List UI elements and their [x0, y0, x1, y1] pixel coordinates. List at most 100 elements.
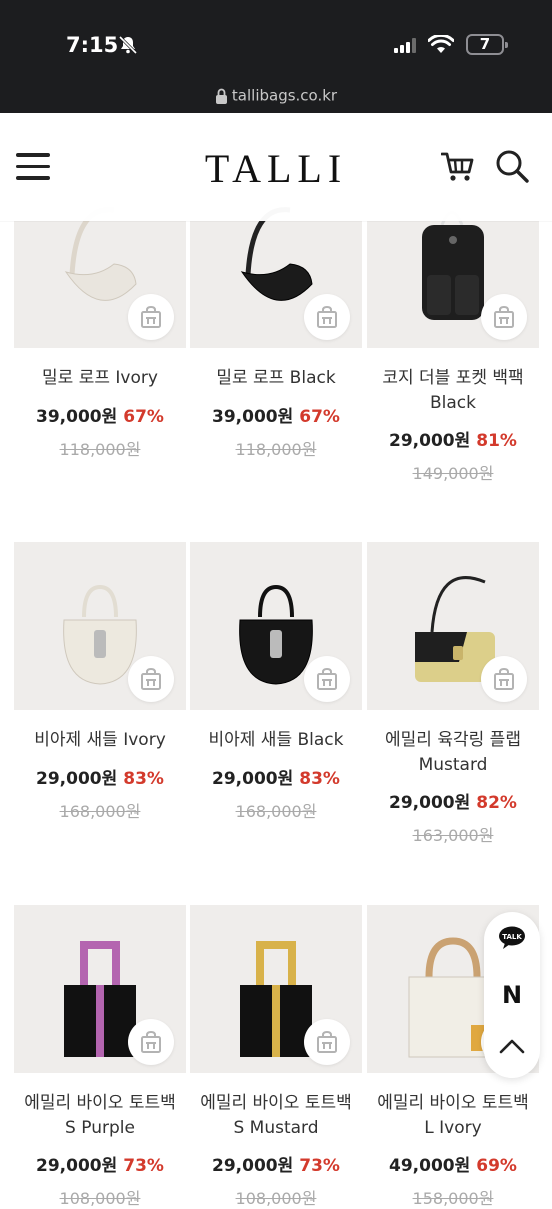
sale-price: 29,000원	[389, 793, 471, 813]
original-price: 163,000원	[412, 826, 494, 845]
add-to-cart-button[interactable]	[304, 1019, 350, 1065]
product-card[interactable]: 에밀리 바이오 토트백 S Purple 29,000원 73% 108,000원	[14, 905, 186, 1208]
price-row: 29,000원 83%	[14, 764, 186, 789]
price-row: 29,000원 81%	[367, 426, 539, 451]
site-logo[interactable]: TALLI	[176, 145, 376, 192]
wifi-icon	[428, 35, 454, 53]
product-name[interactable]: 비아제 새들 Black	[190, 728, 362, 753]
product-image[interactable]	[190, 542, 362, 710]
discount-rate: 67%	[299, 407, 340, 427]
discount-rate: 83%	[123, 769, 164, 789]
price-row: 29,000원 83%	[190, 764, 362, 789]
naver-label: N	[502, 982, 522, 1006]
add-to-cart-button[interactable]	[128, 1019, 174, 1065]
product-name-line1: 에밀리 바이오 토트백	[377, 1093, 529, 1113]
menu-icon[interactable]	[16, 153, 50, 181]
url-bar[interactable]: tallibags.co.kr	[0, 86, 552, 110]
discount-rate: 73%	[123, 1156, 164, 1176]
shopping-bag-icon	[317, 1030, 337, 1053]
shopping-bag-icon	[317, 305, 337, 328]
lock-icon	[215, 88, 227, 104]
product-name-line2: Mustard	[418, 755, 488, 775]
shopping-bag-icon	[494, 305, 514, 328]
product-name-line1: 에밀리 육각링 플랩	[385, 730, 521, 750]
sale-price: 29,000원	[212, 1156, 294, 1176]
price-row: 39,000원 67%	[14, 402, 186, 427]
add-to-cart-button[interactable]	[304, 656, 350, 702]
original-price: 158,000원	[412, 1189, 494, 1208]
product-name[interactable]: 에밀리 바이오 토트백 S Purple	[14, 1091, 186, 1141]
sale-price: 29,000원	[36, 769, 118, 789]
add-to-cart-button[interactable]	[304, 294, 350, 340]
shopping-bag-icon	[494, 667, 514, 690]
product-name[interactable]: 밀로 로프 Ivory	[14, 366, 186, 391]
site-header: TALLI	[0, 113, 552, 221]
product-card[interactable]: 비아제 새들 Ivory 29,000원 83% 168,000원	[14, 542, 186, 842]
product-name[interactable]: 에밀리 바이오 토트백 L Ivory	[367, 1091, 539, 1141]
search-icon[interactable]	[495, 149, 529, 183]
product-card[interactable]: 밀로 로프 Black 39,000원 67% 118,000원	[190, 180, 362, 480]
original-price: 149,000원	[412, 464, 494, 483]
original-price: 118,000원	[59, 440, 141, 459]
url-text: tallibags.co.kr	[231, 86, 338, 105]
product-card[interactable]: 코지 더블 포켓 백팩 Black 29,000원 81% 149,000원	[367, 180, 539, 483]
add-to-cart-button[interactable]	[128, 294, 174, 340]
product-image[interactable]	[190, 905, 362, 1073]
product-name[interactable]: 에밀리 바이오 토트백 S Mustard	[190, 1091, 362, 1141]
product-name-line1: 코지 더블 포켓 백팩	[382, 368, 524, 388]
cart-icon[interactable]	[441, 151, 475, 183]
sale-price: 49,000원	[389, 1156, 471, 1176]
product-card[interactable]: 밀로 로프 Ivory 39,000원 67% 118,000원	[14, 180, 186, 480]
product-image[interactable]	[367, 542, 539, 710]
price-row: 49,000원 69%	[367, 1151, 539, 1176]
product-name[interactable]: 비아제 새들 Ivory	[14, 728, 186, 753]
product-card[interactable]: 에밀리 바이오 토트백 S Mustard 29,000원 73% 108,000…	[190, 905, 362, 1208]
original-price: 108,000원	[235, 1189, 317, 1208]
shopping-bag-icon	[317, 667, 337, 690]
add-to-cart-button[interactable]	[128, 656, 174, 702]
add-to-cart-button[interactable]	[481, 294, 527, 340]
discount-rate: 83%	[299, 769, 340, 789]
product-name-line2: L Ivory	[424, 1118, 482, 1138]
original-price: 168,000원	[59, 802, 141, 821]
chevron-up-icon[interactable]	[498, 1036, 526, 1056]
product-name-line1: 비아제 새들 Ivory	[34, 730, 166, 750]
product-name[interactable]: 코지 더블 포켓 백팩 Black	[367, 366, 539, 416]
price-row: 29,000원 73%	[14, 1151, 186, 1176]
sale-price: 39,000원	[212, 407, 294, 427]
sale-price: 29,000원	[389, 431, 471, 451]
product-name-line1: 밀로 로프 Black	[216, 368, 336, 388]
product-name-line1: 비아제 새들 Black	[208, 730, 344, 750]
product-image[interactable]	[14, 905, 186, 1073]
cellular-signal-icon	[394, 38, 416, 53]
product-name[interactable]: 밀로 로프 Black	[190, 366, 362, 391]
product-name-line1: 에밀리 바이오 토트백	[200, 1093, 352, 1113]
silent-bell-icon	[118, 35, 138, 55]
discount-rate: 73%	[299, 1156, 340, 1176]
sale-price: 29,000원	[36, 1156, 118, 1176]
original-price: 108,000원	[59, 1189, 141, 1208]
kakao-talk-icon[interactable]: TALK	[498, 926, 526, 950]
status-bar: 7:15 7 tallibags.co.kr	[0, 0, 552, 113]
discount-rate: 67%	[123, 407, 164, 427]
sale-price: 39,000원	[36, 407, 118, 427]
product-card[interactable]: 비아제 새들 Black 29,000원 83% 168,000원	[190, 542, 362, 842]
add-to-cart-button[interactable]	[481, 656, 527, 702]
product-name-line2: Black	[430, 393, 476, 413]
product-name-line2: S Purple	[65, 1118, 135, 1138]
product-name-line2: S Mustard	[233, 1118, 319, 1138]
shopping-bag-icon	[141, 667, 161, 690]
product-name[interactable]: 에밀리 육각링 플랩 Mustard	[367, 728, 539, 778]
battery-indicator: 7	[466, 34, 508, 55]
price-row: 29,000원 73%	[190, 1151, 362, 1176]
status-time: 7:15	[66, 33, 119, 57]
price-row: 39,000원 67%	[190, 402, 362, 427]
floating-action-panel: TALK N	[484, 912, 540, 1078]
discount-rate: 82%	[476, 793, 517, 813]
price-row: 29,000원 82%	[367, 788, 539, 813]
product-image[interactable]	[14, 542, 186, 710]
naver-icon[interactable]: N	[500, 982, 524, 1006]
original-price: 118,000원	[235, 440, 317, 459]
product-card[interactable]: 에밀리 육각링 플랩 Mustard 29,000원 82% 163,000원	[367, 542, 539, 845]
product-name-line1: 에밀리 바이오 토트백	[24, 1093, 176, 1113]
